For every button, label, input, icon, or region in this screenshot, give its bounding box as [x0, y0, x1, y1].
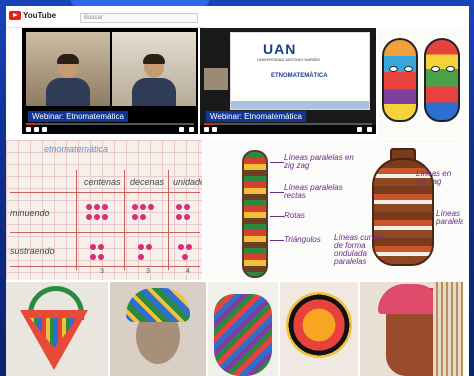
annotation-3: Rotas [284, 211, 305, 220]
annotation-2: Líneas paralelas rectas [284, 183, 343, 200]
next-icon[interactable] [212, 127, 217, 132]
webcam-right [112, 32, 196, 106]
place-value-drawing: etnomatemática centenas decenas unidades… [6, 140, 202, 280]
university-logo: UAN [263, 41, 297, 57]
slide-footer-bar [231, 101, 369, 109]
annotation-1: Líneas paralelas en zig zag [284, 153, 354, 170]
annotation-7: Líneas curvas de forma ondulada paralela… [334, 233, 384, 266]
african-mask-right [424, 38, 460, 122]
circle-silhouette-drawing [280, 282, 358, 376]
slide-title: ETNOMATEMÁTICA [271, 73, 328, 79]
video-title: Webinar: Etnomatemática [206, 111, 306, 122]
volume-icon[interactable] [42, 127, 47, 132]
settings-icon[interactable] [357, 127, 362, 132]
triangle-bag-drawing [6, 282, 108, 376]
university-name: UNIVERSIDAD ANTONIO NARIÑO [257, 57, 321, 62]
masks-drawing [378, 28, 464, 138]
youtube-header: YouTube Buscar [6, 6, 206, 28]
row-sustraendo: sustraendo [10, 246, 55, 256]
annotation-5: Líneas en zig zag [416, 169, 452, 186]
play-button-icon[interactable] [26, 127, 31, 132]
header-decenas: decenas [130, 177, 165, 187]
vase-pattern-drawing [208, 282, 278, 376]
search-input[interactable]: Buscar [80, 13, 198, 23]
presenter-right [132, 54, 176, 106]
woman-turban-drawing [110, 282, 206, 376]
video-player-2[interactable]: UAN UNIVERSIDAD ANTONIO NARIÑO ETNOMATEM… [200, 28, 376, 134]
annotation-6: Líneas paralelas [436, 209, 463, 226]
row-minuendo: minuendo [10, 208, 50, 218]
presentation-slide: UAN UNIVERSIDAD ANTONIO NARIÑO ETNOMATEM… [230, 32, 370, 110]
play-button-icon[interactable] [204, 127, 209, 132]
fullscreen-icon[interactable] [189, 127, 194, 132]
speaker-thumbnail [204, 68, 228, 90]
header-unidades: unidades [173, 177, 202, 187]
video-title: Webinar: Etnomatemática [28, 111, 128, 122]
youtube-logo[interactable]: YouTube [9, 11, 56, 20]
drawing-title: etnomatemática [44, 144, 109, 154]
settings-icon[interactable] [179, 127, 184, 132]
fullscreen-icon[interactable] [367, 127, 372, 132]
player-controls [22, 125, 198, 134]
play-icon [9, 11, 21, 20]
webcam-left [26, 32, 110, 106]
player-controls [200, 125, 376, 134]
patterns-drawing: Líneas paralelas en zig zag Líneas paral… [204, 140, 463, 280]
presenter-left [46, 54, 90, 106]
video-player-1[interactable]: Webinar: Etnomatemática [22, 28, 198, 134]
header-centenas: centenas [84, 177, 121, 187]
profile-woman-drawing [360, 282, 463, 376]
african-mask-left [382, 38, 418, 122]
next-icon[interactable] [34, 127, 39, 132]
woven-belt-drawing [242, 150, 268, 278]
app-name: YouTube [23, 11, 57, 20]
screen: YouTube Buscar Webinar: Etnomatemática U… [0, 0, 474, 376]
